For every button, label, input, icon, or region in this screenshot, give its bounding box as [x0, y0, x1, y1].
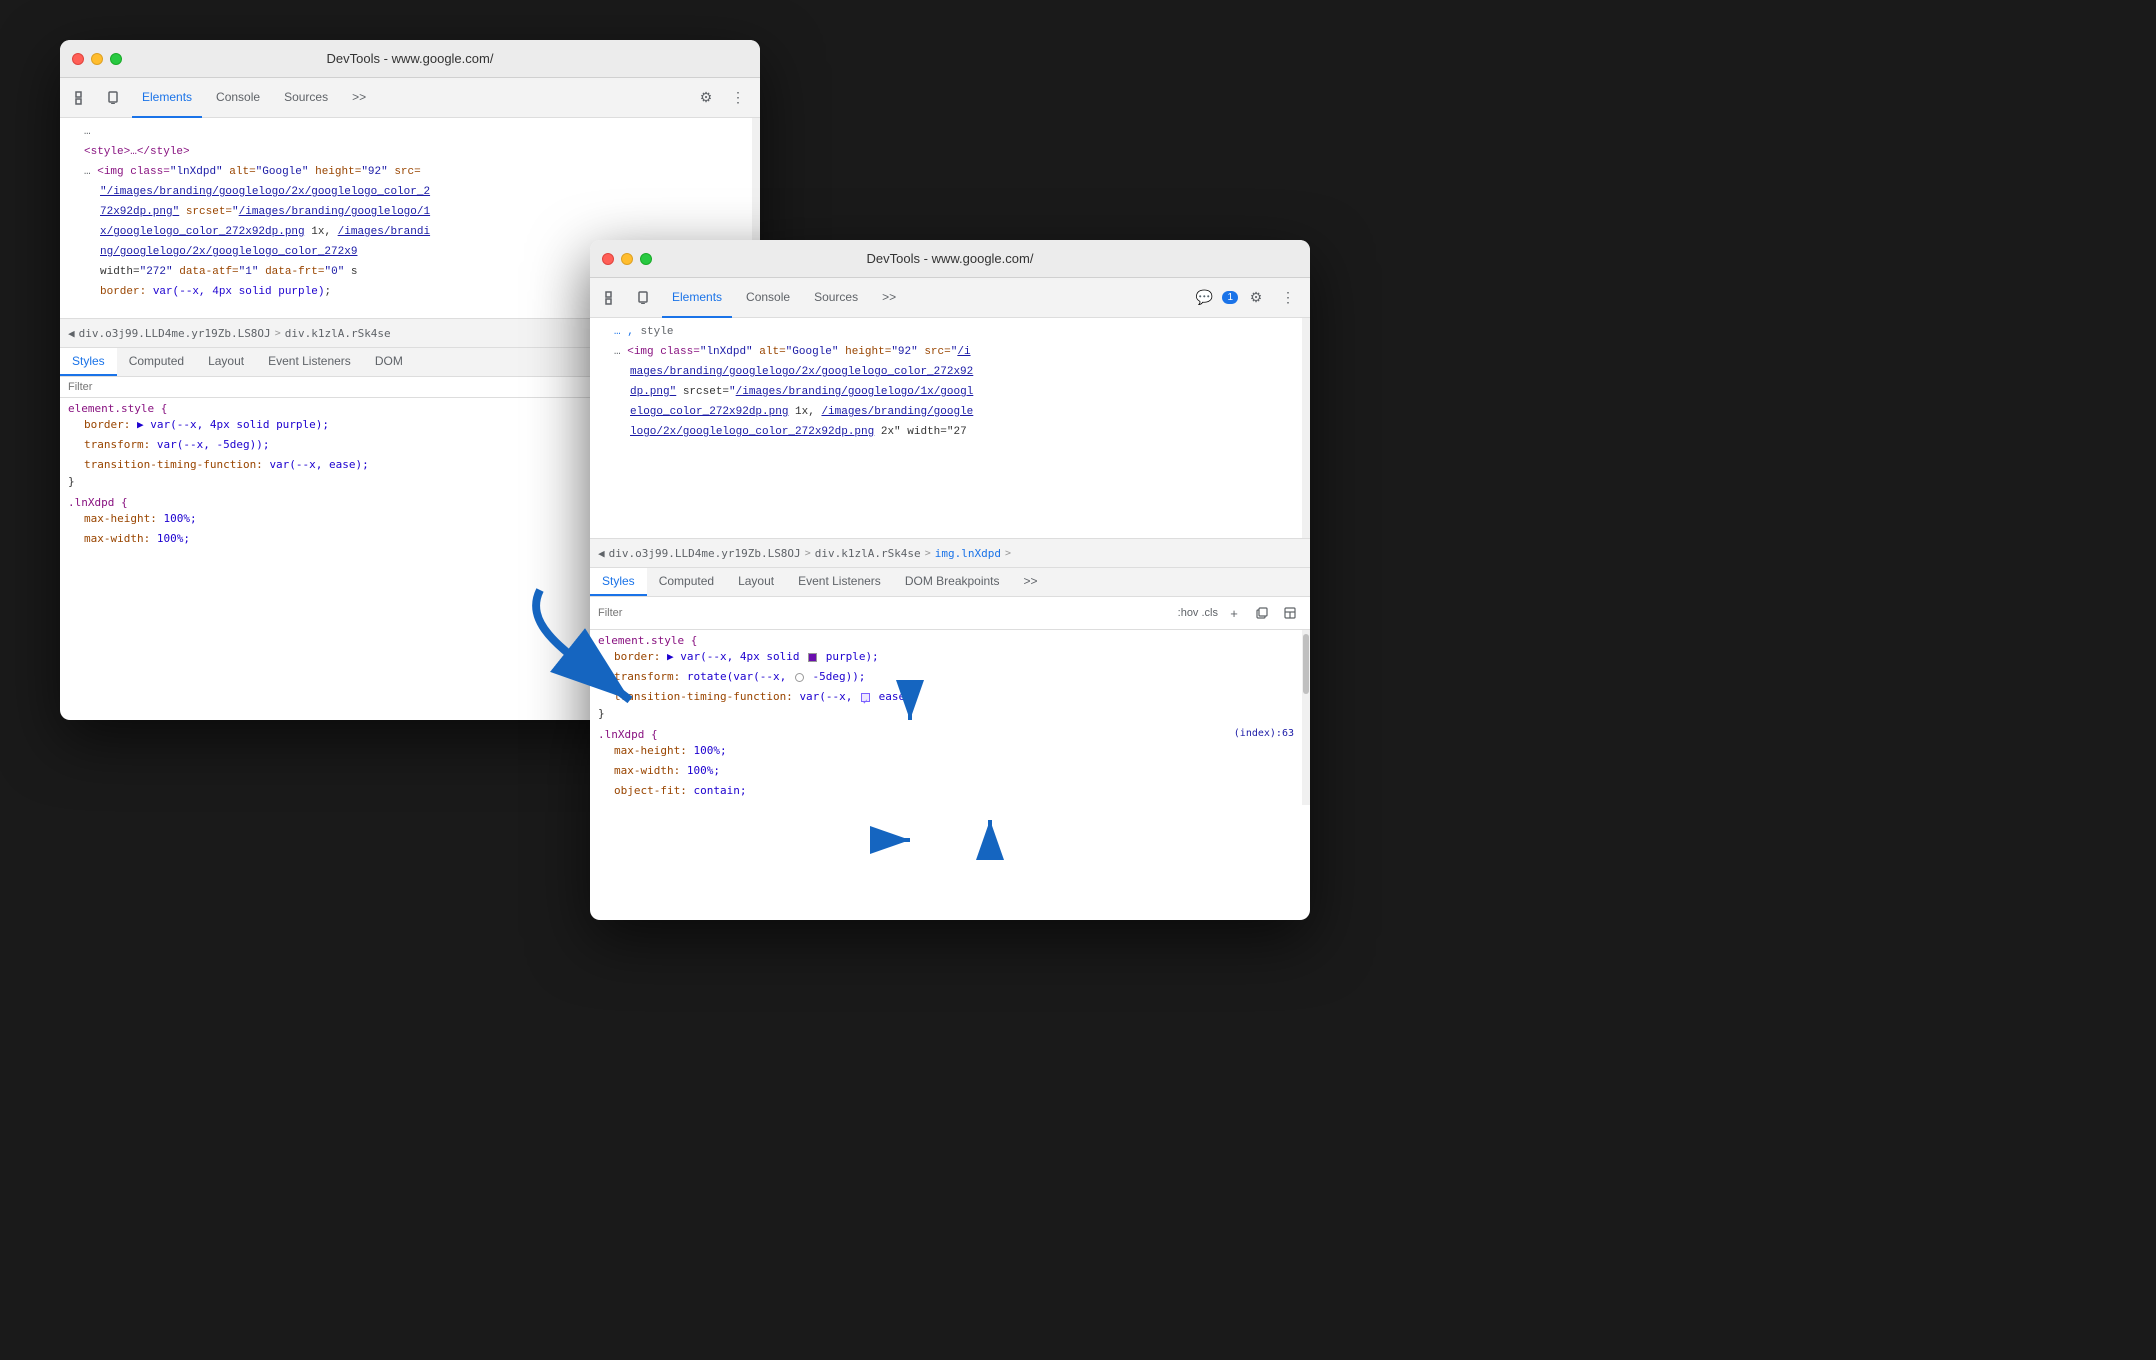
toolbar-1: Elements Console Sources >> ⚙ ⋮ — [60, 78, 760, 118]
css-transition-2: transition-timing-function: var(--x, ✓ e… — [598, 687, 1302, 707]
tab-styles-1[interactable]: Styles — [60, 348, 117, 376]
badge-count: 1 — [1222, 291, 1238, 304]
maximize-button-1[interactable] — [110, 53, 122, 65]
html-line-img4: x/googlelogo_color_272x92dp.png 1x, /ima… — [60, 222, 760, 242]
css-border-2: border: ▶ var(--x, 4px solid purple); — [598, 647, 1302, 667]
html-line-2-2: mages/branding/googlelogo/2x/googlelogo_… — [590, 362, 1310, 382]
html-line-2-5: logo/2x/googlelogo_color_272x92dp.png 2x… — [590, 422, 1310, 442]
scrollbar-2[interactable] — [1302, 630, 1310, 805]
tab-sources-2[interactable]: Sources — [804, 278, 868, 318]
close-button-1[interactable] — [72, 53, 84, 65]
tab-event-listeners-2[interactable]: Event Listeners — [786, 568, 893, 596]
html-line-2-3: dp.png" srcset="/images/branding/googlel… — [590, 382, 1310, 402]
tab-layout-1[interactable]: Layout — [196, 348, 256, 376]
device-icon[interactable] — [100, 84, 128, 112]
html-line-img1: … <img class="lnXdpd" alt="Google" heigh… — [60, 162, 760, 182]
styles-tabs-2: Styles Computed Layout Event Listeners D… — [590, 568, 1310, 597]
breadcrumb-item-2-3[interactable]: img.lnXdpd — [935, 547, 1001, 560]
breadcrumb-item-2[interactable]: div.k1zlA.rSk4se — [285, 327, 391, 340]
tab-computed-1[interactable]: Computed — [117, 348, 196, 376]
more-icon-2[interactable]: ⋮ — [1274, 284, 1302, 312]
css-maxheight-2: max-height: 100%; — [598, 741, 1302, 761]
inspector-icon-2[interactable] — [598, 284, 626, 312]
minimize-button-2[interactable] — [621, 253, 633, 265]
tab-computed-2[interactable]: Computed — [647, 568, 726, 596]
devtools-window-2: DevTools - www.google.com/ Elements Cons… — [590, 240, 1310, 920]
html-ellipsis-2: … , style — [590, 322, 1310, 342]
tab-styles-2[interactable]: Styles — [590, 568, 647, 596]
maximize-button-2[interactable] — [640, 253, 652, 265]
traffic-lights-2 — [602, 253, 652, 265]
layout-icon[interactable] — [1278, 601, 1302, 625]
filter-input-2[interactable] — [598, 607, 1174, 619]
scrollbar-thumb-2[interactable] — [1303, 634, 1309, 694]
window-title-1: DevTools - www.google.com/ — [327, 51, 494, 66]
tab-dom-1[interactable]: DOM — [363, 348, 415, 376]
tab-event-listeners-1[interactable]: Event Listeners — [256, 348, 363, 376]
device-icon-2[interactable] — [630, 284, 658, 312]
breadcrumb-item-1[interactable]: div.o3j99.LLD4me.yr19Zb.LS8OJ — [79, 327, 271, 340]
css-rule-element-2: element.style { border: ▶ var(--x, 4px s… — [590, 630, 1310, 724]
tab-layout-2[interactable]: Layout — [726, 568, 786, 596]
minimize-button-1[interactable] — [91, 53, 103, 65]
breadcrumb-item-2-1[interactable]: div.o3j99.LLD4me.yr19Zb.LS8OJ — [609, 547, 801, 560]
css-maxwidth-2: max-width: 100%; — [598, 761, 1302, 781]
tab-elements-2[interactable]: Elements — [662, 278, 732, 318]
css-objectfit-2: object-fit: contain; — [598, 781, 1302, 801]
window-title-2: DevTools - www.google.com/ — [867, 251, 1034, 266]
html-panel-2: … , style … <img class="lnXdpd" alt="Goo… — [590, 318, 1310, 538]
html-line-2-4: elogo_color_272x92dp.png 1x, /images/bra… — [590, 402, 1310, 422]
filter-pseudo-2[interactable]: :hov .cls — [1178, 607, 1218, 619]
html-line-img3: 72x92dp.png" srcset="/images/branding/go… — [60, 202, 760, 222]
css-rules-container-2: element.style { border: ▶ var(--x, 4px s… — [590, 630, 1310, 805]
tab-console-1[interactable]: Console — [206, 78, 270, 118]
tab-console-2[interactable]: Console — [736, 278, 800, 318]
close-button-2[interactable] — [602, 253, 614, 265]
tab-more-1[interactable]: >> — [342, 78, 376, 118]
tab-sources-1[interactable]: Sources — [274, 78, 338, 118]
css-transform-2: transform: rotate(var(--x, -5deg)); — [598, 667, 1302, 687]
breadcrumb-bar-2: ◀ div.o3j99.LLD4me.yr19Zb.LS8OJ > div.k1… — [590, 538, 1310, 568]
tab-more-2[interactable]: >> — [872, 278, 906, 318]
add-style-icon[interactable]: + — [1222, 601, 1246, 625]
traffic-lights-1 — [72, 53, 122, 65]
settings-icon-2[interactable]: ⚙ — [1242, 284, 1270, 312]
checkbox-swatch[interactable]: ✓ — [861, 693, 870, 702]
tab-more-styles-2[interactable]: >> — [1012, 568, 1050, 596]
breadcrumb-item-2-2[interactable]: div.k1zlA.rSk4se — [815, 547, 921, 560]
html-ellipsis-1: … — [60, 122, 760, 142]
titlebar-1: DevTools - www.google.com/ — [60, 40, 760, 78]
html-line-style: <style>…</style> — [60, 142, 760, 162]
html-line-2-1: … <img class="lnXdpd" alt="Google" heigh… — [590, 342, 1310, 362]
html-line-img2: "/images/branding/googlelogo/2x/googlelo… — [60, 182, 760, 202]
titlebar-2: DevTools - www.google.com/ — [590, 240, 1310, 278]
copy-icon[interactable] — [1250, 601, 1274, 625]
comment-icon-2[interactable]: 💬 — [1190, 284, 1218, 312]
toolbar-2: Elements Console Sources >> 💬 1 ⚙ ⋮ — [590, 278, 1310, 318]
tab-dom-breakpoints-2[interactable]: DOM Breakpoints — [893, 568, 1012, 596]
tab-elements-1[interactable]: Elements — [132, 78, 202, 118]
styles-filter-2: :hov .cls + — [590, 597, 1310, 630]
more-icon-1[interactable]: ⋮ — [724, 84, 752, 112]
css-rule-lnxdpd-2: .lnXdpd { (index):63 max-height: 100%; m… — [590, 724, 1310, 805]
color-swatch-purple[interactable] — [808, 653, 817, 662]
inspector-icon[interactable] — [68, 84, 96, 112]
settings-icon-1[interactable]: ⚙ — [692, 84, 720, 112]
circle-swatch-transform[interactable] — [795, 673, 804, 682]
